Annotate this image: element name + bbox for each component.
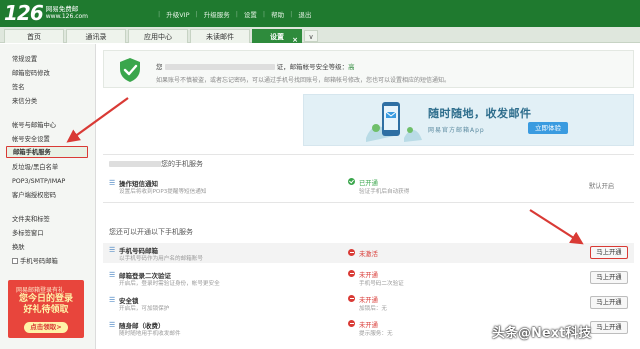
security-hint: 如果账号不慎被盗，或者忘记密码，可以通过手机号找回账号，邮箱帐号修改，您也可以设… xyxy=(156,77,451,84)
list-icon: ☰ xyxy=(109,321,116,329)
logo[interactable]: 126 网易免费邮 www.126.com xyxy=(4,1,89,25)
sidebar-item-phone-mailbox[interactable]: 手机号码邮箱 xyxy=(12,256,58,268)
default-on-label: 默认开启 xyxy=(589,183,615,190)
list-icon: ☰ xyxy=(109,296,116,304)
checkbox[interactable] xyxy=(12,258,18,264)
try-now-button[interactable]: 立即体验 xyxy=(528,122,568,134)
divider xyxy=(103,202,634,203)
status-badge: 已开通 xyxy=(359,180,378,187)
tab-bar: 首页 通讯录 应用中心 未读邮件 设置 × ∨ xyxy=(0,27,640,44)
security-card: 您 证，邮箱帐号安全等级：高 如果账号不慎被盗，或者忘记密码，可以通过手机号找回… xyxy=(103,50,634,88)
top-nav-upgrade-vip[interactable]: 升级VIP xyxy=(166,9,189,19)
list-icon: ☰ xyxy=(109,246,116,254)
status-badge: 未开通 xyxy=(359,297,378,304)
tab-settings-label: 设置 xyxy=(270,33,284,41)
banner-title: 随时随地，收发邮件 xyxy=(428,107,532,120)
top-nav-settings[interactable]: 设置 xyxy=(244,9,257,19)
sidebar-item-account-center[interactable]: 帐号与邮箱中心 xyxy=(12,120,56,132)
status-detail: 验证手机后自动获得 xyxy=(359,189,410,195)
status-badge: 未激活 xyxy=(359,251,378,258)
minus-icon xyxy=(348,270,355,277)
app-banner[interactable]: 随时随地，收发邮件 网易官方邮箱App 立即体验 xyxy=(303,94,634,146)
promo-banner[interactable]: 网易邮箱登录有礼 您今日的登录 好礼待领取 点击领取> xyxy=(8,280,84,338)
service-desc: 设置后将收到POP3提醒等短信通知 xyxy=(119,189,207,195)
status-detail: 加锁后：无 xyxy=(359,306,387,312)
list-icon: ☰ xyxy=(109,271,116,279)
service-desc: 开启后，可加锁保护 xyxy=(119,306,170,312)
check-icon xyxy=(348,178,355,185)
activate-two-step-button[interactable]: 马上开通 xyxy=(590,271,628,284)
security-level-text: 您 证，邮箱帐号安全等级：高 xyxy=(156,63,355,71)
top-bar: 126 网易免费邮 www.126.com | 升级VIP | 升级服务 | 设… xyxy=(0,0,640,27)
sidebar-item-folders[interactable]: 文件夹和标签 xyxy=(12,214,50,226)
tab-unread[interactable]: 未读邮件 xyxy=(190,29,250,43)
service-desc: 随时随地用手机收发邮件 xyxy=(119,331,181,337)
sidebar: 常规设置 邮箱密码修改 签名 来信分类 帐号与邮箱中心 帐号安全设置 邮箱手机服… xyxy=(0,44,96,349)
minus-icon xyxy=(348,320,355,327)
section-title-available: 您还可以开通以下手机服务 xyxy=(109,228,193,236)
chevron-down-icon[interactable]: ∨ xyxy=(304,30,318,42)
logo-title: 网易免费邮 xyxy=(45,5,79,13)
phone-icon xyxy=(366,102,422,142)
security-level: 高 xyxy=(348,63,355,71)
masked-phone xyxy=(164,64,275,70)
sidebar-item-phone-mailbox-label: 手机号码邮箱 xyxy=(20,258,58,265)
sidebar-item-multi-tab[interactable]: 多标签窗口 xyxy=(12,228,43,240)
top-nav-upgrade-service[interactable]: 升级服务 xyxy=(204,9,230,19)
top-nav-logout[interactable]: 退出 xyxy=(298,9,311,19)
sidebar-item-account-security[interactable]: 帐号安全设置 xyxy=(12,134,50,146)
service-row-phone-mailbox: ☰ 手机号码邮箱 以手机号码作为用户名的邮箱账号 未激活 马上开通 xyxy=(103,243,634,263)
sidebar-item-mail-filter[interactable]: 来信分类 xyxy=(12,96,37,108)
section-title-opened: 您的手机服务 xyxy=(109,159,203,169)
activate-phone-mailbox-button[interactable]: 马上开通 xyxy=(590,246,628,259)
sidebar-item-antispam[interactable]: 反垃圾/黑白名单 xyxy=(12,162,58,174)
service-row-sms-notify: ☰ 操作短信通知 设置后将收到POP3提醒等短信通知 已开通 验证手机后自动获得… xyxy=(103,176,634,196)
list-icon: ☰ xyxy=(109,179,116,187)
activate-security-lock-button[interactable]: 马上开通 xyxy=(590,296,628,309)
sidebar-item-pop3[interactable]: POP3/SMTP/IMAP xyxy=(12,176,65,188)
banner-subtitle: 网易官方邮箱App xyxy=(428,127,485,134)
activate-mobile-mail-button[interactable]: 马上开通 xyxy=(590,321,628,334)
logo-url: www.126.com xyxy=(45,13,89,20)
divider xyxy=(103,154,634,155)
status-badge: 未开通 xyxy=(359,322,378,329)
masked-account xyxy=(109,161,161,167)
sidebar-item-general[interactable]: 常规设置 xyxy=(12,54,37,66)
tab-home[interactable]: 首页 xyxy=(4,29,64,43)
tab-app-center[interactable]: 应用中心 xyxy=(128,29,188,43)
minus-icon xyxy=(348,295,355,302)
status-detail: 提示服务：无 xyxy=(359,331,393,337)
sidebar-item-signature[interactable]: 签名 xyxy=(12,82,25,94)
promo-claim-button[interactable]: 点击领取> xyxy=(24,322,68,333)
logo-number: 126 xyxy=(4,1,44,25)
promo-headline: 您今日的登录 好礼待领取 xyxy=(18,294,73,315)
main-content: 您 证，邮箱帐号安全等级：高 如果账号不慎被盗，或者忘记密码，可以通过手机号找回… xyxy=(97,44,640,349)
status-detail: 手机号码二次验证 xyxy=(359,281,404,287)
top-nav: | 升级VIP | 升级服务 | 设置 | 帮助 | 退出 xyxy=(158,9,312,19)
service-desc: 开启后，登录时需验证身份，帐号更安全 xyxy=(119,281,220,287)
sidebar-item-password[interactable]: 邮箱密码修改 xyxy=(12,68,50,80)
sidebar-item-mobile-service[interactable]: 邮箱手机服务 xyxy=(6,146,88,158)
sidebar-item-skin[interactable]: 换肤 xyxy=(12,242,25,254)
top-nav-help[interactable]: 帮助 xyxy=(271,9,284,19)
minus-icon xyxy=(348,249,355,256)
watermark: 头条@Next科技 xyxy=(492,326,592,341)
service-desc: 以手机号码作为用户名的邮箱账号 xyxy=(119,256,203,262)
service-row-two-step: ☰ 邮箱登录二次验证 开启后，登录时需验证身份，帐号更安全 未开通 手机号码二次… xyxy=(103,268,634,288)
tab-settings[interactable]: 设置 × xyxy=(252,29,302,44)
sidebar-item-client-password[interactable]: 客户端授权密码 xyxy=(12,190,56,202)
promo-caption: 网易邮箱登录有礼 xyxy=(16,287,65,294)
status-badge: 未开通 xyxy=(359,272,378,279)
tab-contacts[interactable]: 通讯录 xyxy=(66,29,126,43)
service-row-security-lock: ☰ 安全锁 开启后，可加锁保护 未开通 加锁后：无 马上开通 xyxy=(103,293,634,313)
shield-check-icon xyxy=(120,58,140,82)
